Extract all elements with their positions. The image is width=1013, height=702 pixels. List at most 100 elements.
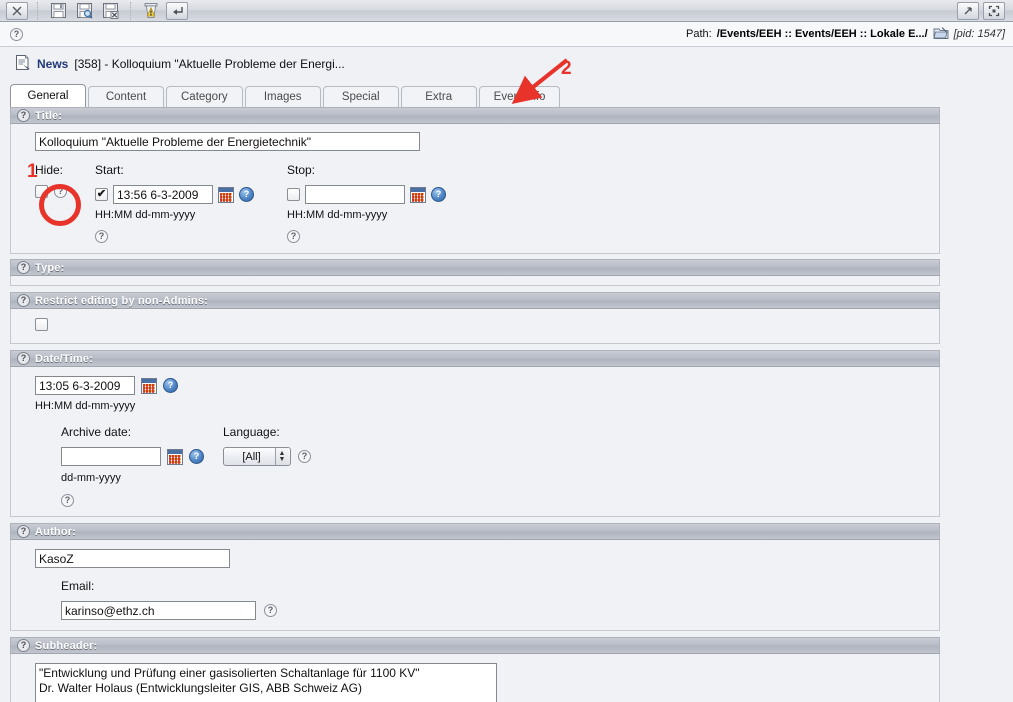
calendar-icon[interactable]: [410, 186, 426, 203]
tab-extra[interactable]: Extra: [400, 86, 477, 107]
help-icon[interactable]: ?: [298, 450, 311, 463]
save-icon: [50, 3, 66, 18]
stop-label: Stop:: [287, 163, 316, 177]
external-link-icon: [964, 6, 972, 14]
section-header-title: ? Title:: [10, 107, 940, 124]
archive-date-label: Archive date:: [61, 425, 132, 439]
language-select-value: [All]: [242, 450, 261, 463]
chevron-updown-icon: ▲ ▼: [275, 448, 288, 465]
language-select[interactable]: [All] ▲ ▼: [223, 447, 291, 466]
path-value: /Events/EEH :: Events/EEH :: Lokale E...…: [716, 28, 928, 40]
start-format-hint: HH:MM dd-mm-yyyy: [95, 209, 196, 221]
datetime-format-hint: HH:MM dd-mm-yyyy: [35, 400, 136, 412]
save-close-icon: [102, 3, 118, 19]
tab-images[interactable]: Images: [244, 86, 321, 107]
fullscreen-button[interactable]: [983, 1, 1005, 20]
record-header: News [358] - Kolloquium "Aktuelle Proble…: [0, 47, 1013, 75]
stop-enable-checkbox[interactable]: ✔: [287, 188, 300, 201]
help-icon[interactable]: ?: [264, 604, 277, 617]
help-icon[interactable]: ?: [17, 639, 30, 652]
record-type-label: News: [37, 57, 69, 71]
tab-event-info[interactable]: Event Info: [478, 86, 561, 107]
delete-warning-icon: [144, 3, 158, 18]
toolbar-separator: [130, 1, 131, 20]
subheader-textarea[interactable]: "Entwicklung und Prüfung einer gasisolie…: [35, 663, 497, 702]
fullscreen-icon: [988, 5, 1000, 16]
help-icon[interactable]: ?: [17, 261, 30, 274]
start-enable-checkbox[interactable]: ✔: [95, 188, 108, 201]
clock-icon[interactable]: ?: [239, 187, 254, 202]
clock-icon[interactable]: ?: [163, 378, 178, 393]
section-header-datetime: ? Date/Time:: [10, 350, 940, 367]
section-header-type: ? Type:: [10, 259, 940, 276]
path-info: Path: /Events/EEH :: Events/EEH :: Lokal…: [686, 26, 1005, 43]
author-input[interactable]: [35, 549, 230, 568]
tab-special[interactable]: Special: [322, 86, 399, 107]
section-header-subheader: ? Subheader:: [10, 637, 940, 654]
section-body-datetime: ? HH:MM dd-mm-yyyy Archive date: ? dd-mm…: [10, 367, 940, 517]
help-icon[interactable]: ?: [61, 494, 74, 507]
undo-button[interactable]: [166, 1, 188, 20]
section-header-author: ? Author:: [10, 523, 940, 540]
record-title-label: [358] - Kolloquium "Aktuelle Probleme de…: [74, 57, 345, 71]
stop-field-group: Stop: ✔ ? HH:MM dd-mm-yyyy ?: [287, 163, 477, 243]
datetime-input[interactable]: [35, 376, 135, 395]
section-restrict-label: Restrict editing by non-Admins:: [35, 294, 209, 307]
help-icon[interactable]: ?: [17, 352, 30, 365]
help-icon[interactable]: ?: [95, 230, 108, 243]
clock-icon[interactable]: ?: [189, 449, 204, 464]
toolbar-group-save: [45, 0, 123, 21]
help-icon[interactable]: ?: [10, 27, 23, 41]
path-pid: [pid: 1547]: [953, 28, 1005, 40]
email-field[interactable]: [61, 601, 256, 620]
section-subheader-label: Subheader:: [35, 639, 98, 652]
clock-icon[interactable]: ?: [431, 187, 446, 202]
open-in-new-window-button[interactable]: [957, 1, 979, 20]
email-label: Email:: [61, 579, 95, 593]
hide-checkbox[interactable]: ✔: [35, 185, 48, 198]
tab-general[interactable]: General: [10, 84, 86, 107]
main-toolbar: [0, 0, 1013, 22]
toolbar-group-close: [4, 0, 30, 21]
toolbar-right-group: [955, 1, 1007, 20]
help-icon[interactable]: ?: [17, 109, 30, 122]
delete-button[interactable]: [139, 1, 163, 21]
path-bar: ? Path: /Events/EEH :: Events/EEH :: Lok…: [0, 22, 1013, 47]
hide-label: Hide:: [35, 163, 64, 177]
help-icon[interactable]: ?: [54, 185, 67, 198]
save-view-icon: [76, 3, 93, 19]
stop-format-hint: HH:MM dd-mm-yyyy: [287, 209, 388, 221]
section-author-label: Author:: [35, 525, 77, 538]
record-form: ? Title: Hide: ✔ ? Start: ✔: [10, 107, 940, 702]
start-label: Start:: [95, 163, 124, 177]
tab-category[interactable]: Category: [166, 86, 243, 107]
tab-content[interactable]: Content: [88, 86, 164, 107]
folder-icon[interactable]: [933, 26, 949, 43]
tab-bar: General Content Category Images Special …: [0, 84, 1013, 107]
undo-icon: [172, 6, 183, 15]
calendar-icon[interactable]: [167, 448, 183, 465]
title-input[interactable]: [35, 132, 420, 151]
restrict-editing-checkbox[interactable]: ✔: [35, 318, 48, 331]
close-icon: [12, 6, 22, 15]
calendar-icon[interactable]: [141, 377, 157, 394]
help-icon[interactable]: ?: [287, 230, 300, 243]
help-icon[interactable]: ?: [17, 525, 30, 538]
save-button[interactable]: [46, 1, 70, 21]
language-group: Language: [All] ▲ ▼ ?: [223, 425, 383, 466]
toolbar-separator: [37, 1, 38, 20]
help-icon[interactable]: ?: [17, 294, 30, 307]
section-body-subheader: "Entwicklung und Prüfung einer gasisolie…: [10, 654, 940, 702]
section-datetime-label: Date/Time:: [35, 352, 94, 365]
calendar-icon[interactable]: [218, 186, 234, 203]
news-record-icon: [14, 54, 31, 74]
close-button[interactable]: [6, 1, 28, 20]
archive-date-format-hint: dd-mm-yyyy: [61, 472, 121, 484]
save-and-view-button[interactable]: [72, 1, 96, 21]
stop-date-input[interactable]: [305, 185, 405, 204]
archive-date-input[interactable]: [61, 447, 161, 466]
start-date-input[interactable]: [113, 185, 213, 204]
section-type-label: Type:: [35, 261, 65, 274]
section-body-restrict: ✔: [10, 309, 940, 344]
save-and-close-button[interactable]: [98, 1, 122, 21]
